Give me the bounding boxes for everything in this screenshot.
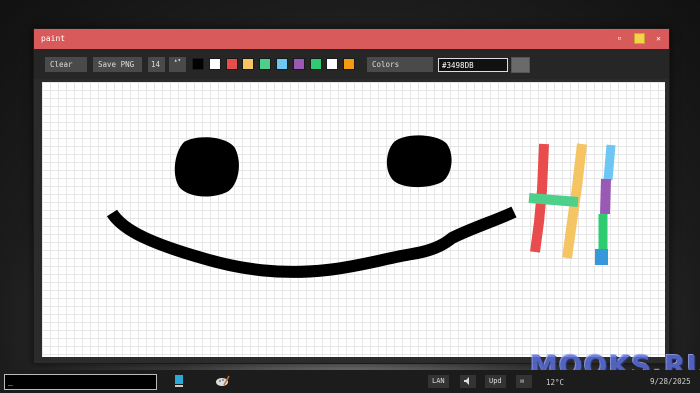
brush-size-stepper[interactable]: ▴▾ bbox=[169, 57, 186, 72]
weather-text: 12°C bbox=[546, 378, 565, 387]
purple-stroke bbox=[600, 178, 611, 215]
color-swatch-3[interactable] bbox=[242, 58, 255, 70]
mail-icon[interactable]: ✉ bbox=[516, 375, 532, 388]
update-button[interactable]: Upd bbox=[485, 375, 506, 388]
paint-icon[interactable] bbox=[216, 374, 230, 388]
drawing-canvas[interactable] bbox=[42, 82, 665, 357]
terminal-icon[interactable] bbox=[174, 374, 184, 388]
color-preview bbox=[511, 57, 530, 73]
canvas-drawing bbox=[106, 135, 616, 278]
window-titlebar[interactable]: paint ▫ ✕ bbox=[34, 29, 669, 49]
close-button[interactable]: ✕ bbox=[653, 33, 664, 44]
paint-toolbar: Clear Save PNG 14 ▴▾ Colors bbox=[34, 49, 669, 79]
green-stroke bbox=[528, 193, 579, 207]
window-title: paint bbox=[41, 34, 66, 43]
run-command-input[interactable]: _ bbox=[4, 374, 157, 390]
color-swatch-7[interactable] bbox=[309, 58, 322, 70]
paint-window: paint ▫ ✕ Clear Save PNG 14 ▴▾ Colors bbox=[33, 28, 670, 364]
hex-color-input[interactable] bbox=[438, 58, 508, 72]
lan-status[interactable]: LAN bbox=[428, 375, 449, 388]
volume-icon[interactable] bbox=[460, 375, 476, 388]
clear-button[interactable]: Clear bbox=[45, 57, 87, 72]
brush-size-value[interactable]: 14 bbox=[148, 57, 165, 72]
left-eye-stroke bbox=[174, 137, 239, 197]
save-png-button[interactable]: Save PNG bbox=[93, 57, 142, 72]
color-swatch-9[interactable] bbox=[343, 58, 356, 70]
mouth-stroke bbox=[106, 206, 517, 278]
color-swatch-1[interactable] bbox=[208, 58, 221, 70]
blue-stroke bbox=[595, 249, 608, 265]
window-options-icon[interactable]: ▫ bbox=[614, 33, 625, 44]
color-swatch-5[interactable] bbox=[276, 58, 288, 70]
color-swatch-0[interactable] bbox=[192, 58, 204, 70]
right-eye-stroke bbox=[386, 135, 452, 188]
lightblue-stroke bbox=[603, 144, 616, 181]
color-swatch-6[interactable] bbox=[292, 58, 305, 70]
color-swatch-8[interactable] bbox=[326, 58, 339, 70]
stepper-arrows-icon[interactable]: ▴▾ bbox=[174, 57, 181, 64]
clock-date: 9/28/2025 bbox=[650, 377, 691, 386]
color-swatch-2[interactable] bbox=[225, 58, 238, 70]
minimize-button[interactable] bbox=[634, 33, 645, 44]
taskbar: _ LAN Upd ✉ 12°C 9/28/2025 bbox=[0, 370, 700, 393]
colors-button[interactable]: Colors bbox=[367, 57, 433, 72]
color-swatch-4[interactable] bbox=[259, 58, 272, 70]
